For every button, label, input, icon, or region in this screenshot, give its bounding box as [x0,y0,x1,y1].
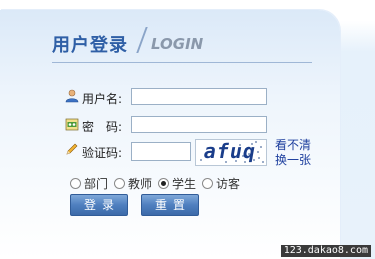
username-input[interactable] [131,88,267,105]
radio-button[interactable] [202,178,214,189]
role-option-visitor[interactable]: 访客 [202,175,240,192]
role-label: 部门 [84,177,109,191]
refresh-line-1: 看不清 [275,138,312,152]
page-subtitle: LOGIN [151,35,204,53]
title-underline [52,62,312,63]
role-label: 学生 [172,177,197,191]
refresh-line-2: 换一张 [275,153,312,167]
watermark: 123.dakao8.com [280,245,371,257]
page-title: 用户登录 [52,35,128,56]
radio-button-checked[interactable] [158,178,170,189]
role-option-student[interactable]: 学生 [158,175,196,192]
user-icon [65,89,79,103]
captcha-label: 验证码: [82,146,123,160]
username-label: 用户名: [82,92,123,106]
role-label: 访客 [216,177,241,191]
captcha-input[interactable] [131,142,191,161]
radio-button[interactable] [70,178,81,189]
refresh-captcha-link[interactable]: 看不清 换一张 [275,138,311,168]
role-option-teacher[interactable]: 教师 [114,175,152,192]
captcha-image[interactable]: afuq [195,139,267,166]
role-option-department[interactable]: 部门 [70,175,108,192]
captcha-text: afuq [201,139,259,163]
pencil-icon [66,143,78,155]
role-radio-group: 部门 教师 学生 访客 [70,175,246,192]
key-icon [65,118,79,131]
password-label: 密 码: [82,120,123,134]
login-button[interactable]: 登录 [70,194,128,216]
radio-button[interactable] [114,178,126,189]
reset-button[interactable]: 重置 [141,194,199,216]
password-input[interactable] [131,116,267,133]
role-label: 教师 [128,177,153,191]
